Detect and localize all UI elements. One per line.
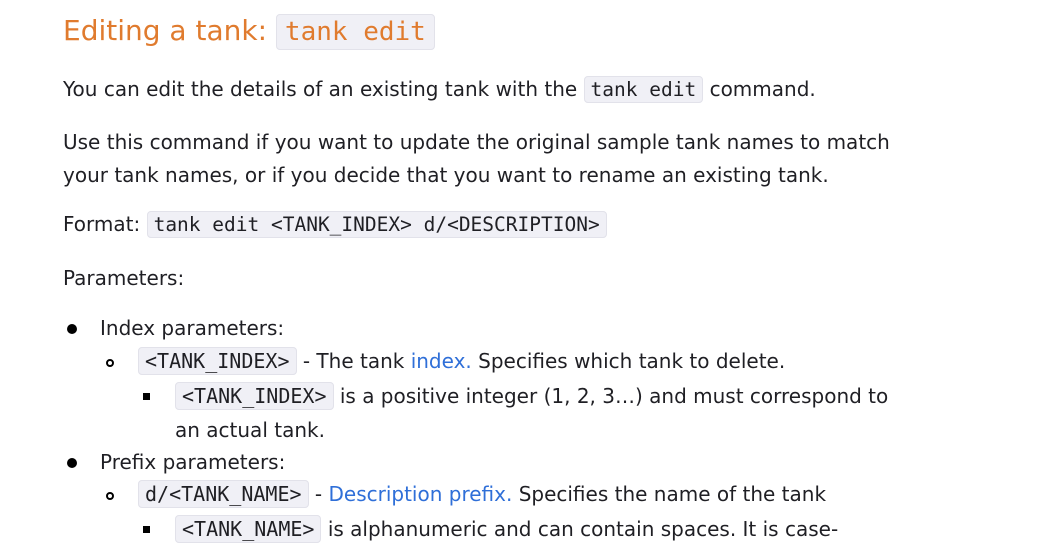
usage-line-2: your tank names, or if you decide that y…	[63, 163, 829, 187]
tank-name-dash: -	[314, 482, 323, 506]
tank-index-sub-text: is a positive integer (1, 2, 3…) and mus…	[339, 384, 889, 408]
parameters-label: Parameters:	[63, 266, 185, 290]
intro-code: tank edit	[583, 76, 704, 103]
heading-text: Editing a tank:	[63, 14, 268, 47]
tank-index-sub-code: <TANK_INDEX>	[175, 382, 334, 410]
bullet-square	[143, 393, 150, 400]
bullet-circle	[106, 359, 114, 367]
format-paragraph: Format: tank edit <TANK_INDEX> d/<DESCRI…	[63, 208, 607, 241]
intro-text-before: You can edit the details of an existing …	[63, 77, 578, 101]
description-prefix-link[interactable]: Description prefix.	[328, 482, 512, 506]
prefix-params-title: Prefix parameters:	[100, 450, 286, 474]
heading-code: tank edit	[275, 14, 435, 50]
index-params-title: Index parameters:	[100, 316, 285, 340]
format-code: tank edit <TANK_INDEX> d/<DESCRIPTION>	[146, 211, 607, 238]
tank-index-dash: - The tank	[302, 349, 405, 373]
section-heading: Editing a tank: tank edit	[63, 10, 435, 53]
tank-index-sub-text-2: an actual tank.	[175, 418, 325, 442]
tank-name-code: d/<TANK_NAME>	[138, 480, 309, 508]
tank-name-sub-code: <TANK_NAME>	[175, 515, 322, 543]
format-label: Format:	[63, 212, 141, 236]
intro-text-after: command.	[709, 77, 816, 101]
usage-line-1: Use this command if you want to update t…	[63, 130, 890, 154]
bullet-circle	[106, 492, 114, 500]
bullet-square	[143, 526, 150, 533]
tank-name-sub-text: is alphanumeric and can contain spaces. …	[327, 517, 839, 541]
bullet-dot	[67, 324, 77, 334]
tank-name-desc: Specifies the name of the tank	[518, 482, 827, 506]
intro-paragraph: You can edit the details of an existing …	[63, 73, 816, 106]
bullet-dot	[67, 458, 77, 468]
tank-index-code: <TANK_INDEX>	[138, 347, 297, 375]
tank-index-desc: Specifies which tank to delete.	[478, 349, 786, 373]
index-link[interactable]: index.	[411, 349, 472, 373]
